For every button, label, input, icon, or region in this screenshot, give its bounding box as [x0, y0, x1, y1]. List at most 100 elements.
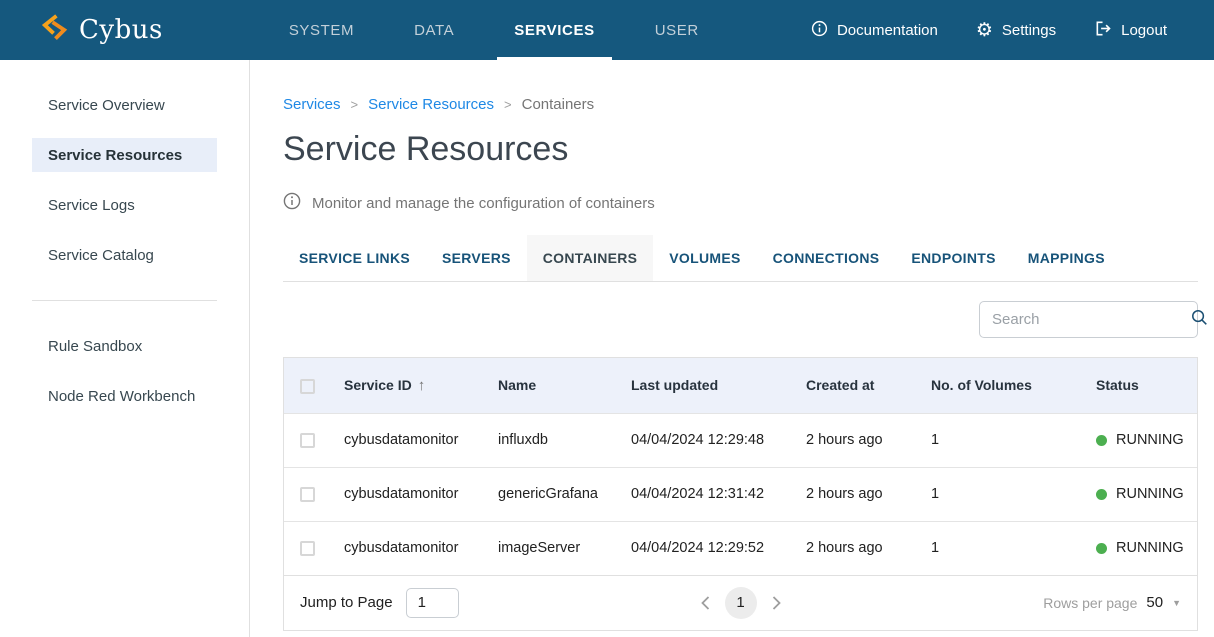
table-header-row: Service ID↑ Name Last updated Created at…	[284, 358, 1197, 413]
settings-label: Settings	[1002, 22, 1056, 39]
sidebar-item-rule-sandbox[interactable]: Rule Sandbox	[0, 321, 249, 371]
brand-logo[interactable]: Cybus	[40, 13, 163, 47]
pager: 1	[700, 587, 782, 619]
cell-name: genericGrafana	[482, 467, 615, 521]
previous-page-icon[interactable]	[700, 595, 711, 611]
tab-servers[interactable]: SERVERS	[426, 235, 527, 281]
search-input[interactable]	[992, 311, 1191, 328]
tab-connections[interactable]: CONNECTIONS	[757, 235, 896, 281]
sidebar-item-service-catalog[interactable]: Service Catalog	[0, 230, 249, 280]
status-badge: RUNNING	[1096, 414, 1197, 467]
cell-created-at: 2 hours ago	[790, 521, 915, 575]
jump-to-page-label: Jump to Page	[300, 594, 393, 611]
containers-table-card: Service ID↑ Name Last updated Created at…	[283, 357, 1198, 631]
select-all-checkbox[interactable]	[300, 379, 315, 394]
cell-created-at: 2 hours ago	[790, 467, 915, 521]
tab-containers[interactable]: CONTAINERS	[527, 235, 654, 281]
logout-link[interactable]: Logout	[1094, 20, 1167, 41]
cell-volumes: 1	[915, 467, 1080, 521]
nav-actions: Documentation ⚙ Settings Logout	[811, 20, 1167, 41]
logout-label: Logout	[1121, 22, 1167, 39]
cell-service-id: cybusdatamonitor	[328, 521, 482, 575]
cell-service-id: cybusdatamonitor	[328, 413, 482, 467]
top-navbar: Cybus SYSTEM DATA SERVICES USER Document…	[0, 0, 1214, 60]
documentation-label: Documentation	[837, 22, 938, 39]
table-row[interactable]: cybusdatamonitor influxdb 04/04/2024 12:…	[284, 413, 1197, 467]
search-box	[979, 301, 1198, 338]
rows-per-page-label: Rows per page	[1043, 595, 1137, 611]
breadcrumb-containers: Containers	[522, 96, 595, 113]
sidebar: Service Overview Service Resources Servi…	[0, 60, 250, 637]
cell-service-id: cybusdatamonitor	[328, 467, 482, 521]
sidebar-item-service-logs[interactable]: Service Logs	[0, 180, 249, 230]
gear-icon: ⚙	[976, 21, 993, 40]
sidebar-divider	[32, 300, 217, 301]
page-title: Service Resources	[283, 130, 1198, 169]
info-icon	[283, 192, 301, 214]
info-icon	[811, 20, 828, 41]
jump-to-page-input[interactable]	[406, 588, 459, 618]
status-running-dot-icon	[1096, 489, 1107, 500]
next-page-icon[interactable]	[771, 595, 782, 611]
cybus-logo-icon	[40, 13, 69, 47]
cell-last-updated: 04/04/2024 12:29:48	[615, 413, 790, 467]
breadcrumb-separator-icon: >	[504, 97, 512, 112]
breadcrumb-services[interactable]: Services	[283, 96, 341, 113]
column-header-volumes[interactable]: No. of Volumes	[915, 358, 1080, 413]
caret-down-icon[interactable]: ▼	[1172, 598, 1181, 608]
cell-last-updated: 04/04/2024 12:29:52	[615, 521, 790, 575]
nav-item-data[interactable]: DATA	[384, 0, 484, 60]
cell-last-updated: 04/04/2024 12:31:42	[615, 467, 790, 521]
main-nav: SYSTEM DATA SERVICES USER	[259, 0, 729, 60]
row-checkbox[interactable]	[300, 487, 315, 502]
column-header-created-at[interactable]: Created at	[790, 358, 915, 413]
tab-service-links[interactable]: SERVICE LINKS	[283, 235, 426, 281]
tab-volumes[interactable]: VOLUMES	[653, 235, 756, 281]
breadcrumb-separator-icon: >	[351, 97, 359, 112]
search-icon[interactable]	[1191, 309, 1208, 331]
rows-per-page: Rows per page 50 ▼	[1043, 594, 1181, 611]
tab-endpoints[interactable]: ENDPOINTS	[895, 235, 1011, 281]
sidebar-item-service-overview[interactable]: Service Overview	[0, 80, 249, 130]
nav-item-services[interactable]: SERVICES	[484, 0, 624, 60]
brand-name: Cybus	[79, 15, 163, 45]
row-checkbox[interactable]	[300, 541, 315, 556]
column-header-name[interactable]: Name	[482, 358, 615, 413]
table-row[interactable]: cybusdatamonitor imageServer 04/04/2024 …	[284, 521, 1197, 575]
column-header-service-id[interactable]: Service ID↑	[328, 358, 482, 413]
nav-item-user[interactable]: USER	[625, 0, 729, 60]
cell-name: imageServer	[482, 521, 615, 575]
cell-volumes: 1	[915, 521, 1080, 575]
status-badge: RUNNING	[1096, 468, 1197, 521]
resource-tabs: SERVICE LINKS SERVERS CONTAINERS VOLUMES…	[283, 235, 1198, 282]
column-header-status[interactable]: Status	[1080, 358, 1197, 413]
sidebar-item-service-resources[interactable]: Service Resources	[32, 138, 217, 172]
containers-table: Service ID↑ Name Last updated Created at…	[284, 358, 1197, 575]
sort-asc-icon[interactable]: ↑	[418, 377, 426, 394]
page-description-text: Monitor and manage the configuration of …	[312, 195, 655, 212]
documentation-link[interactable]: Documentation	[811, 20, 938, 41]
table-footer: Jump to Page 1 Rows per page 50 ▼	[284, 575, 1197, 630]
current-page-button[interactable]: 1	[725, 587, 757, 619]
status-badge: RUNNING	[1096, 522, 1197, 575]
logout-icon	[1094, 20, 1112, 41]
status-running-dot-icon	[1096, 435, 1107, 446]
page-description: Monitor and manage the configuration of …	[283, 192, 1198, 214]
settings-link[interactable]: ⚙ Settings	[976, 21, 1056, 40]
column-header-last-updated[interactable]: Last updated	[615, 358, 790, 413]
status-running-dot-icon	[1096, 543, 1107, 554]
breadcrumb-service-resources[interactable]: Service Resources	[368, 96, 494, 113]
cell-volumes: 1	[915, 413, 1080, 467]
cell-name: influxdb	[482, 413, 615, 467]
sidebar-item-node-red-workbench[interactable]: Node Red Workbench	[0, 371, 249, 421]
row-checkbox[interactable]	[300, 433, 315, 448]
cell-created-at: 2 hours ago	[790, 413, 915, 467]
tab-mappings[interactable]: MAPPINGS	[1012, 235, 1121, 281]
table-row[interactable]: cybusdatamonitor genericGrafana 04/04/20…	[284, 467, 1197, 521]
rows-per-page-value[interactable]: 50	[1146, 594, 1163, 611]
search-row	[283, 301, 1198, 338]
main-content: Services > Service Resources > Container…	[250, 60, 1214, 637]
breadcrumb: Services > Service Resources > Container…	[283, 96, 1198, 113]
app-window: Cybus SYSTEM DATA SERVICES USER Document…	[0, 0, 1214, 637]
nav-item-system[interactable]: SYSTEM	[259, 0, 384, 60]
